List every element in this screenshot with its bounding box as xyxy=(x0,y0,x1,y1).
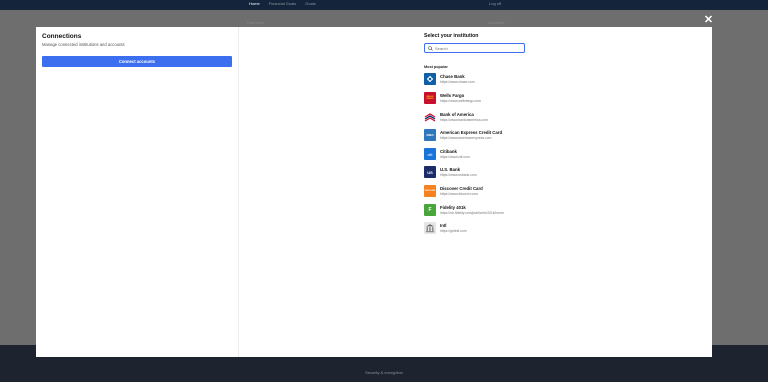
top-nav: Home Financial Goals Goals xyxy=(249,1,316,6)
institution-name: Chase Bank xyxy=(440,74,465,79)
bank-building-icon xyxy=(424,222,436,234)
citi-logo-icon: citi xyxy=(424,148,436,160)
chase-logo-icon xyxy=(424,73,436,85)
institution-url: https://getintl.com xyxy=(440,229,467,233)
connections-subtitle: Manage connected institutions and accoun… xyxy=(42,42,125,47)
institution-search-field[interactable] xyxy=(424,43,525,53)
nav-goals[interactable]: Goals xyxy=(305,1,315,6)
institution-citibank[interactable]: citi Citibank https://www.citi.com xyxy=(424,148,544,163)
wells-fargo-logo-icon: WELLS FARGO xyxy=(424,92,436,104)
institution-chase[interactable]: Chase Bank https://www.chase.com xyxy=(424,73,544,88)
top-navigation-bar: Home Financial Goals Goals Log off xyxy=(0,0,768,10)
discover-logo-icon: DISCOVER xyxy=(424,185,436,197)
institution-name: Discover Credit Card xyxy=(440,186,483,191)
institution-name: Fidelity 401k xyxy=(440,205,466,210)
connections-pane: Connections Manage connected institution… xyxy=(36,27,239,357)
footer-text: Security & encryption xyxy=(365,370,403,375)
select-institution-title: Select your institution xyxy=(424,33,479,39)
institution-url: https://www.chase.com xyxy=(440,80,475,84)
institution-url: https://www.discover.com xyxy=(440,192,479,196)
nav-home[interactable]: Home xyxy=(249,1,260,6)
bank-of-america-logo-icon xyxy=(424,111,436,123)
institution-wells-fargo[interactable]: WELLS FARGO Wells Fargo https://www.well… xyxy=(424,92,544,107)
background-heading-right: Accounts xyxy=(488,20,505,25)
connect-accounts-button[interactable]: Connect accounts xyxy=(42,56,232,67)
background-heading-left: Overview xyxy=(247,20,264,25)
most-popular-label: Most popular xyxy=(424,65,448,69)
institution-name: Bank of America xyxy=(440,112,474,117)
nav-financial-goals[interactable]: Financial Goals xyxy=(269,1,297,6)
institution-fidelity[interactable]: F Fidelity 401k https://nb.fidelity.com/… xyxy=(424,204,544,219)
connections-modal: Connections Manage connected institution… xyxy=(36,27,712,357)
institution-url: https://www.usbank.com xyxy=(440,173,477,177)
institution-american-express[interactable]: AMEX American Express Credit Card https:… xyxy=(424,129,544,144)
fidelity-logo-icon: F xyxy=(424,204,436,216)
institution-name: Citibank xyxy=(440,149,457,154)
institution-url: https://www.citi.com xyxy=(440,155,470,159)
search-input[interactable] xyxy=(433,44,523,52)
connections-title: Connections xyxy=(42,33,82,40)
institution-url: https://www.bankofamerica.com xyxy=(440,118,488,122)
institution-us-bank[interactable]: US U.S. Bank https://www.usbank.com xyxy=(424,166,544,181)
close-icon[interactable]: ✕ xyxy=(703,15,714,26)
us-bank-logo-icon: US xyxy=(424,166,436,178)
amex-logo-icon: AMEX xyxy=(424,129,436,141)
institution-url: https://www.wellsfargo.com xyxy=(440,99,481,103)
logout-link[interactable]: Log off xyxy=(489,1,501,6)
institution-name: U.S. Bank xyxy=(440,167,461,172)
institution-name: Intl xyxy=(440,223,447,228)
institution-name: American Express Credit Card xyxy=(440,130,503,135)
institution-intl[interactable]: Intl https://getintl.com xyxy=(424,222,544,237)
institution-name: Wells Fargo xyxy=(440,93,465,98)
institution-discover[interactable]: DISCOVER Discover Credit Card https://ww… xyxy=(424,185,544,200)
institution-url: https://nb.fidelity.com/public/nb/401k/h… xyxy=(440,211,504,215)
institution-url: https://www.americanexpress.com xyxy=(440,136,492,140)
institution-bank-of-america[interactable]: Bank of America https://www.bankofameric… xyxy=(424,111,544,126)
